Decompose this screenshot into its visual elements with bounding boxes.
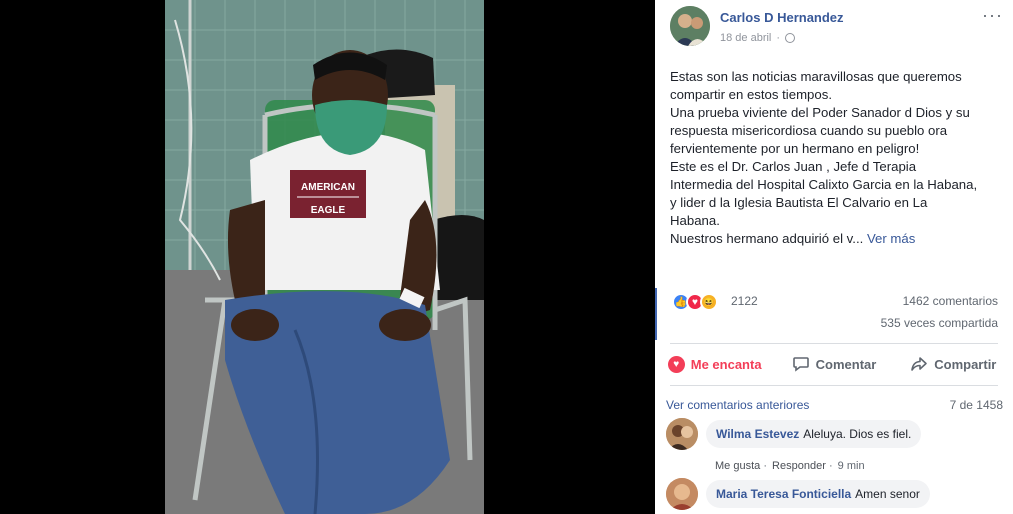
post-line: Intermedia del Hospital Calixto Garcia e… xyxy=(670,177,978,192)
separator-dot: · xyxy=(763,460,767,472)
share-icon xyxy=(911,357,928,371)
post-line: Estas son las noticias maravillosas que … xyxy=(670,69,962,84)
comment-bubble: Wilma Estevez Aleluya. Dios es fiel. xyxy=(706,420,922,448)
love-button[interactable]: ♥ Me encanta xyxy=(655,350,774,378)
haha-icon: 😆 xyxy=(700,293,718,311)
post-panel: Carlos D Hernandez 18 de abril · ··· Est… xyxy=(655,0,1013,514)
comment-time[interactable]: 9 min xyxy=(838,460,865,472)
share-button[interactable]: Compartir xyxy=(894,350,1013,378)
post-line: respuesta misericordiosa cuando su puebl… xyxy=(670,123,948,138)
comment-text: Aleluya. Dios es fiel. xyxy=(803,427,912,441)
comment-like-link[interactable]: Me gusta xyxy=(715,460,760,472)
comment-icon xyxy=(792,357,809,372)
comment-actions: Me gusta · Responder · 9 min xyxy=(715,460,867,472)
reaction-bar: 👍 ♥ 😆 2122 1462 comentarios 535 veces co… xyxy=(655,288,1013,340)
post-line: Habana. xyxy=(670,213,720,228)
action-bar: ♥ Me encanta Comentar Compartir xyxy=(655,350,1013,378)
author-avatar[interactable] xyxy=(670,6,710,46)
post-text: Estas son las noticias maravillosas que … xyxy=(670,68,1000,248)
comment-text: Amen senor xyxy=(855,487,920,501)
author-name-link[interactable]: Carlos D Hernandez xyxy=(720,10,844,25)
share-count[interactable]: 535 veces compartida xyxy=(881,316,998,330)
post-date[interactable]: 18 de abril xyxy=(720,32,771,44)
post-line-last: Nuestros hermano adquirió el v... Ver má… xyxy=(670,230,1000,248)
comment-reply-link[interactable]: Responder xyxy=(772,460,826,472)
divider xyxy=(670,385,998,386)
post-line: Nuestros hermano adquirió el v... xyxy=(670,231,864,246)
photo-image: AMERICAN EAGLE xyxy=(165,0,484,514)
love-label: Me encanta xyxy=(690,356,762,372)
comment-bubble: Maria Teresa Fonticiella Amen senor xyxy=(706,480,930,508)
comment-count[interactable]: 1462 comentarios xyxy=(903,294,998,308)
comment-label: Comentar xyxy=(815,356,877,372)
comments-counter: 7 de 1458 xyxy=(949,398,1003,412)
commenter-name[interactable]: Maria Teresa Fonticiella xyxy=(716,487,851,501)
post-line: Una prueba viviente del Poder Sanador d … xyxy=(670,105,970,120)
reaction-count[interactable]: 2122 xyxy=(731,294,758,308)
post-meta: 18 de abril · xyxy=(720,32,796,44)
see-more-link[interactable]: Ver más xyxy=(867,231,915,246)
globe-icon[interactable] xyxy=(785,33,796,43)
more-options-icon[interactable]: ··· xyxy=(982,6,1003,24)
post-line: Este es el Dr. Carlos Juan , Jefe d Tera… xyxy=(670,159,917,174)
commenter-avatar[interactable] xyxy=(666,478,698,510)
separator-dot: · xyxy=(828,460,833,472)
previous-comments-link[interactable]: Ver comentarios anteriores xyxy=(666,398,809,412)
divider xyxy=(670,343,998,344)
post-header: Carlos D Hernandez 18 de abril · ··· xyxy=(670,6,1003,50)
heart-icon: ♥ xyxy=(667,355,685,373)
separator-dot: · xyxy=(776,32,781,44)
post-photo[interactable]: AMERICAN EAGLE xyxy=(165,0,484,514)
post-line: compartir en estos tiempos. xyxy=(670,87,832,102)
commenter-avatar[interactable] xyxy=(666,418,698,450)
comment-button[interactable]: Comentar xyxy=(774,350,893,378)
commenter-name[interactable]: Wilma Estevez xyxy=(716,427,799,441)
post-line: fervientemente por un hermano en peligro… xyxy=(670,141,920,156)
share-label: Compartir xyxy=(934,356,997,372)
reaction-icons[interactable]: 👍 ♥ 😆 xyxy=(672,293,718,311)
shirt-text-bottom: EAGLE xyxy=(311,205,346,216)
post-line: y lider d la Iglesia Bautista El Calvari… xyxy=(670,195,928,210)
shirt-text-top: AMERICAN xyxy=(301,182,355,193)
